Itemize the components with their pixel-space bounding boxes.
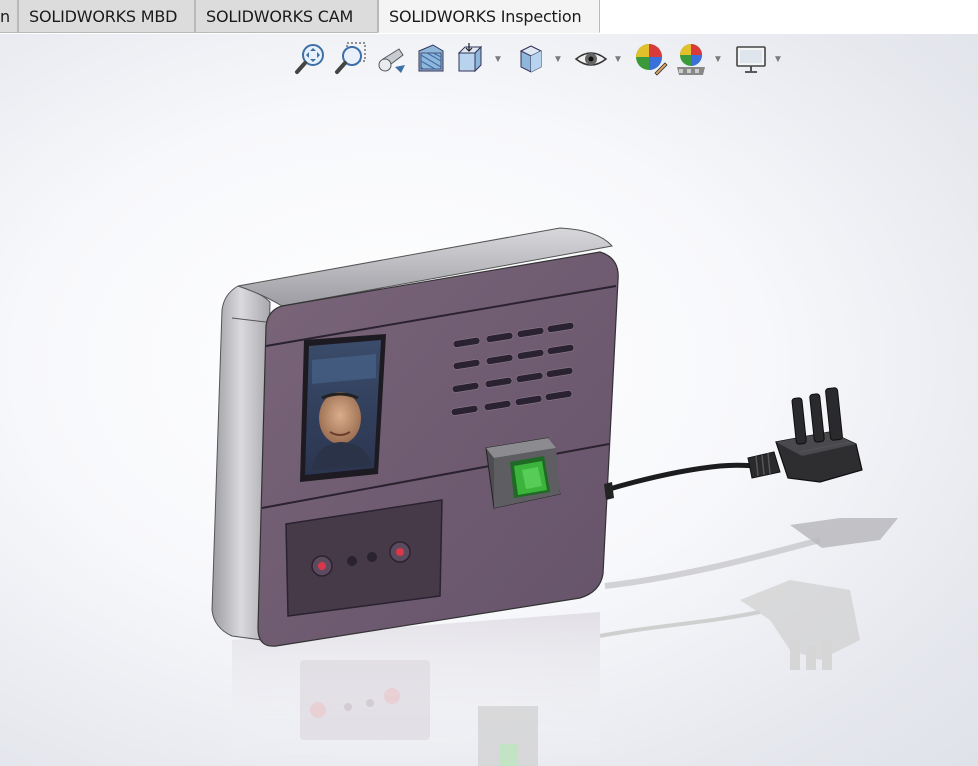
model-scene (211, 227, 898, 766)
zoom-to-fit-icon (295, 44, 324, 74)
chevron-down-icon: ▼ (773, 53, 783, 65)
view-settings-icon (736, 46, 766, 73)
view-orientation-dropdown[interactable]: ▼ (492, 40, 504, 78)
zoom-to-fit-button[interactable] (292, 40, 330, 78)
apply-scene-button[interactable] (672, 40, 710, 78)
zoom-to-area-icon (335, 42, 366, 74)
section-view-icon (418, 44, 444, 72)
tab-solidworks-inspection[interactable]: SOLIDWORKS Inspection (378, 0, 600, 33)
display-style-button[interactable] (512, 40, 550, 78)
view-settings-button[interactable] (732, 40, 770, 78)
display-style-icon (519, 45, 543, 73)
chevron-down-icon: ▼ (553, 53, 563, 65)
section-view-button[interactable] (412, 40, 450, 78)
indicator-dot (347, 556, 357, 566)
view-settings-dropdown[interactable]: ▼ (772, 40, 784, 78)
power-plug (747, 387, 863, 483)
previous-view-icon (378, 48, 405, 73)
hide-show-items-icon (574, 52, 608, 66)
tab-solidworks-mbd[interactable]: SOLIDWORKS MBD (18, 0, 195, 33)
previous-view-button[interactable] (372, 40, 410, 78)
device-display-screen (300, 334, 386, 482)
face-photo (319, 392, 361, 444)
chevron-down-icon: ▼ (713, 53, 723, 65)
display-style-dropdown[interactable]: ▼ (552, 40, 564, 78)
graphics-area[interactable]: ▼ ▼ ▼ ▼ ▼ (0, 34, 978, 766)
heads-up-view-toolbar: ▼ ▼ ▼ ▼ ▼ (292, 38, 792, 80)
apply-scene-icon (677, 44, 705, 75)
floor-shadow (604, 518, 898, 589)
view-orientation-icon (457, 43, 483, 73)
hide-show-items-dropdown[interactable]: ▼ (612, 40, 624, 78)
indicator-dot (367, 552, 377, 562)
zoom-to-area-button[interactable] (332, 40, 370, 78)
chevron-down-icon: ▼ (493, 53, 503, 65)
tab-solidworks-cam[interactable]: SOLIDWORKS CAM (195, 0, 378, 33)
apply-scene-dropdown[interactable]: ▼ (712, 40, 724, 78)
power-cable (604, 462, 761, 500)
edit-appearance-icon (636, 44, 668, 76)
view-orientation-button[interactable] (452, 40, 490, 78)
chevron-down-icon: ▼ (613, 53, 623, 65)
tab-partial[interactable]: n (0, 0, 18, 33)
command-manager-tab-bar: n SOLIDWORKS MBD SOLIDWORKS CAM SOLIDWOR… (0, 0, 978, 34)
edit-appearance-button[interactable] (632, 40, 670, 78)
hide-show-items-button[interactable] (572, 40, 610, 78)
